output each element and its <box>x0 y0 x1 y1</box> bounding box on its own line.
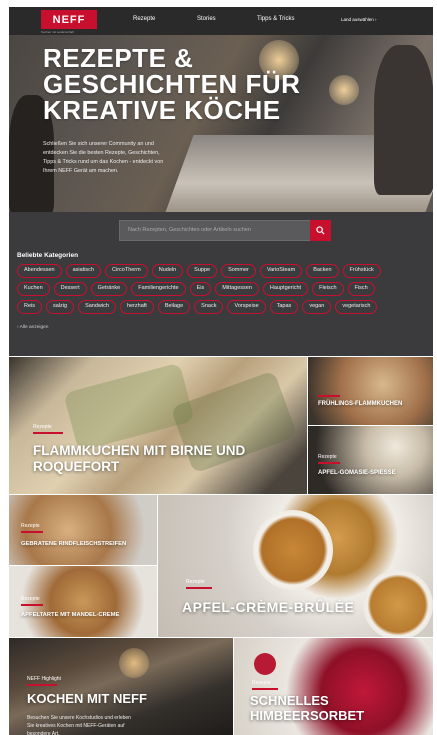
category-chip[interactable]: Snack <box>194 300 224 314</box>
logo-text: NEFF <box>52 13 86 26</box>
recipe-tile-himbeersorbet[interactable]: Rezepte SCHNELLES HIMBEERSORBET <box>234 638 433 735</box>
tile-title: APFEL-CRÈME-BRÛLÉE <box>182 599 355 615</box>
search-section: Nach Rezepten, Geschichten oder Artikeln… <box>9 212 433 356</box>
tile-image <box>253 510 333 590</box>
category-chip[interactable]: Vorspeise <box>227 300 266 314</box>
chip-row: Abendessen asiatisch CircoTherm Nudeln S… <box>17 264 433 278</box>
category-chip[interactable]: CircoTherm <box>105 264 148 278</box>
category-chip[interactable]: vegan <box>302 300 332 314</box>
tile-image <box>119 648 149 678</box>
search-button[interactable] <box>310 220 331 241</box>
category-chip[interactable]: Sandwich <box>78 300 116 314</box>
category-chip[interactable]: Suppe <box>187 264 218 278</box>
tile-accent-line <box>21 531 43 533</box>
category-chip[interactable]: Hauptgericht <box>262 282 309 296</box>
category-chip[interactable]: Abendessen <box>17 264 62 278</box>
tile-category-label: Rezepte <box>252 680 271 686</box>
recipe-tile-apfeltarte[interactable]: Rezepte APFELTARTE MIT MANDEL-CREME <box>9 566 157 637</box>
hero-banner: REZEPTE & GESCHICHTEN FÜR KREATIVE KÖCHE… <box>9 35 433 212</box>
country-select-link[interactable]: Land auswählen › <box>341 17 377 22</box>
category-chip[interactable]: Kuchen <box>17 282 50 296</box>
tile-accent-line <box>33 432 63 434</box>
tile-category-label: Rezepte <box>318 454 337 460</box>
search-placeholder: Nach Rezepten, Geschichten oder Artikeln… <box>128 227 251 233</box>
recipe-tile-creme-brulee[interactable]: Rezepte APFEL-CRÈME-BRÛLÉE <box>158 495 433 637</box>
tile-accent-line <box>252 688 278 690</box>
category-chip[interactable]: VarioSteam <box>259 264 303 278</box>
category-chips: Abendessen asiatisch CircoTherm Nudeln S… <box>17 264 433 318</box>
category-chip[interactable]: Nudeln <box>151 264 184 278</box>
tile-title: KOCHEN MIT NEFF <box>27 691 147 706</box>
tile-title: FLAMMKUCHEN MIT BIRNE UND ROQUEFORT <box>33 443 246 474</box>
categories-title: Beliebte Kategorien <box>17 252 79 259</box>
tile-title: FRÜHLINGS-FLAMMKUCHEN <box>318 401 403 407</box>
category-chip[interactable]: Beilage <box>157 300 191 314</box>
story-tile-kochen-mit-neff[interactable]: NEFF Highlight KOCHEN MIT NEFF Besuchen … <box>9 638 233 735</box>
recipe-tile-flammkuchen[interactable]: Rezepte FLAMMKUCHEN MIT BIRNE UND ROQUEF… <box>9 357 307 494</box>
search-icon <box>316 226 325 235</box>
category-chip[interactable]: Sommer <box>221 264 256 278</box>
hero-text: Schließen Sie sich unserer Community an … <box>43 141 164 174</box>
category-chip[interactable]: Frühstück <box>342 264 381 278</box>
logo-tagline: Kochen mit Leidenschaft <box>41 30 74 34</box>
tile-category-label: Rezepte <box>21 596 40 602</box>
category-chip[interactable]: Getränke <box>90 282 128 296</box>
recipe-tile-rindfleisch[interactable]: Rezepte GEBRATENE RINDFLEISCHSTREIFEN <box>9 495 157 565</box>
tile-category-label: NEFF Highlight <box>27 676 61 682</box>
tile-category-label: Rezepte <box>21 523 40 529</box>
hero-person-image <box>374 45 433 195</box>
tile-accent-line <box>318 395 340 397</box>
category-chip[interactable]: Mittagessen <box>215 282 259 296</box>
category-chip[interactable]: Fisch <box>347 282 375 296</box>
category-chip[interactable]: Tapas <box>269 300 299 314</box>
top-navigation: NEFF Kochen mit Leidenschaft Rezepte Sto… <box>9 7 433 35</box>
category-chip[interactable]: vegetarisch <box>335 300 378 314</box>
neff-logo[interactable]: NEFF <box>41 10 97 29</box>
tile-title: APFELTARTE MIT MANDEL-CREME <box>21 612 120 618</box>
category-chip[interactable]: Fleisch <box>312 282 344 296</box>
tile-title: GEBRATENE RINDFLEISCHSTREIFEN <box>21 541 127 547</box>
tile-title: APFEL-GOMASIE-SPIESSE <box>318 470 396 476</box>
category-chip[interactable]: salzig <box>46 300 75 314</box>
category-chip[interactable]: Dessert <box>53 282 87 296</box>
tile-category-label: Rezepte <box>33 424 52 430</box>
category-chip[interactable]: Reis <box>17 300 43 314</box>
hero-title: REZEPTE & GESCHICHTEN FÜR KREATIVE KÖCHE <box>43 43 301 125</box>
category-chip[interactable]: asiatisch <box>65 264 101 278</box>
tile-text: Besuchen Sie unsere Kochstudios und erle… <box>27 715 131 735</box>
tile-accent-line <box>318 462 340 464</box>
recipe-tile-fruehling[interactable]: FRÜHLINGS-FLAMMKUCHEN <box>308 357 433 425</box>
category-chip[interactable]: Eis <box>189 282 212 296</box>
tile-accent-line <box>27 684 57 686</box>
hero-light <box>329 75 359 105</box>
chip-row: Reis salzig Sandwich herzhaft Beilage Sn… <box>17 300 433 314</box>
tile-image <box>254 653 276 675</box>
category-chip[interactable]: Backen <box>306 264 339 278</box>
category-chip[interactable]: Familiengerichte <box>131 282 186 296</box>
search-input[interactable]: Nach Rezepten, Geschichten oder Artikeln… <box>119 220 331 241</box>
tile-accent-line <box>21 604 43 606</box>
chip-row: Kuchen Dessert Getränke Familiengerichte… <box>17 282 433 296</box>
tile-title: SCHNELLES HIMBEERSORBET <box>250 693 365 723</box>
category-chip[interactable]: herzhaft <box>119 300 154 314</box>
nav-link-rezepte[interactable]: Rezepte <box>133 16 155 22</box>
tile-accent-line <box>186 587 212 589</box>
all-categories-link[interactable]: › Alle anzeigen <box>17 325 48 330</box>
nav-link-stories[interactable]: Stories <box>197 16 216 22</box>
recipe-tile-apfelspiesse[interactable]: Rezepte APFEL-GOMASIE-SPIESSE <box>308 426 433 494</box>
tile-category-label: Rezepte <box>186 579 205 585</box>
nav-link-tipps[interactable]: Tipps & Tricks <box>257 16 294 22</box>
